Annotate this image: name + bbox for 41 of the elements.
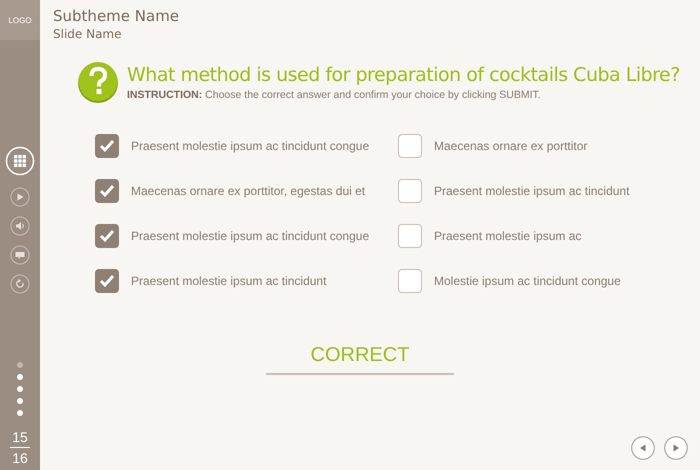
option-label: Praesent molestie ipsum ac tincidunt [131, 274, 326, 288]
option-label: Molestie ipsum ac tincidunt congue [434, 274, 621, 288]
checkbox[interactable] [398, 134, 422, 158]
progress-dot[interactable] [17, 374, 23, 380]
checkbox[interactable] [398, 269, 422, 293]
option-label: Praesent molestie ipsum ac [434, 229, 582, 243]
option-label: Maecenas ornare ex porttitor [434, 139, 588, 153]
progress-dot[interactable] [17, 410, 23, 416]
instruction-text: INSTRUCTION: Choose the correct answer and confirm your choice by clicking SUBMIT. [127, 88, 542, 100]
progress-dot[interactable] [17, 386, 23, 392]
speaker-icon[interactable] [10, 216, 30, 236]
logo: LOGO [0, 0, 40, 40]
checkmark-icon [99, 139, 115, 153]
subtheme-title: Subtheme Name [53, 7, 180, 25]
checkbox[interactable] [398, 179, 422, 203]
checkmark-icon [99, 274, 115, 288]
checkmark-icon [99, 184, 115, 198]
speech-bubble-icon[interactable] [10, 245, 30, 265]
replay-icon[interactable] [10, 274, 30, 294]
checkbox[interactable] [95, 134, 119, 158]
progress-dot[interactable] [17, 398, 23, 404]
play-icon[interactable] [10, 187, 30, 207]
total-pages-number: 16 [12, 450, 28, 466]
option-label: Praesent molestie ipsum ac tincidunt congue [131, 139, 370, 153]
question-mark-icon [77, 61, 119, 103]
question-text: What method is used for preparation of cocktails Cuba Libre? [127, 64, 680, 86]
checkbox[interactable] [95, 224, 119, 248]
previous-button[interactable] [631, 436, 655, 460]
progress-dot[interactable] [17, 362, 23, 368]
option-label: Maecenas ornare ex porttitor, egestas dui et [131, 184, 366, 198]
slide-title: Slide Name [53, 27, 123, 41]
checkbox[interactable] [398, 224, 422, 248]
checkbox[interactable] [95, 269, 119, 293]
checkbox[interactable] [95, 179, 119, 203]
menu-button[interactable] [5, 146, 35, 176]
option-label: Praesent molestie ipsum ac tincidunt [434, 184, 630, 198]
option-label: Praesent molestie ipsum ac tincidunt congue [131, 229, 370, 243]
current-page-number: 15 [12, 429, 28, 445]
next-button[interactable] [664, 436, 688, 460]
checkmark-icon [99, 229, 115, 243]
feedback-text: CORRECT [310, 344, 410, 368]
